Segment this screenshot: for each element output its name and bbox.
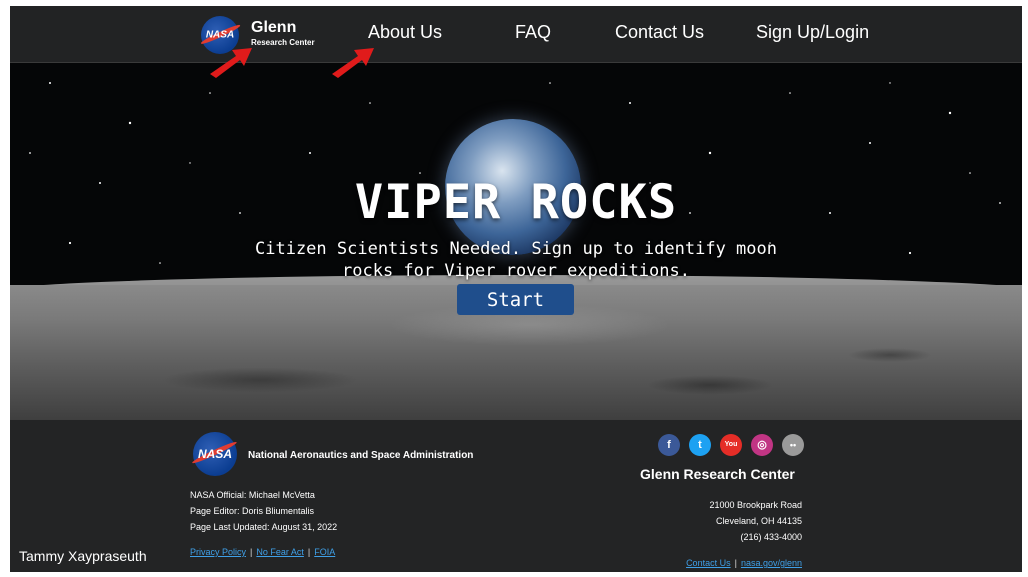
hero-subtitle: Citizen Scientists Needed. Sign up to id… [246, 238, 786, 282]
hero-section: VIPER ROCKS Citizen Scientists Needed. S… [10, 63, 1022, 420]
address-line2: Cleveland, OH 44135 [715, 516, 802, 526]
page-updated: Page Last Updated: August 31, 2022 [190, 522, 338, 532]
no-fear-act-link[interactable]: No Fear Act [256, 547, 304, 557]
separator: | [734, 558, 737, 568]
facebook-icon[interactable]: f [658, 434, 680, 456]
footer-logo-text: NASA [197, 447, 232, 461]
nav-faq[interactable]: FAQ [515, 22, 551, 43]
brand-title[interactable]: Glenn [251, 19, 296, 37]
page-frame: NASA Glenn Research Center About Us FAQ … [10, 6, 1022, 572]
nav-sign-up-login[interactable]: Sign Up/Login [756, 22, 869, 43]
foia-link[interactable]: FOIA [314, 547, 335, 557]
instagram-icon[interactable]: ◎ [751, 434, 773, 456]
footer-policy-links: Privacy Policy | No Fear Act | FOIA [190, 542, 335, 560]
phone-number: (216) 433-4000 [740, 532, 802, 542]
nav-contact-us[interactable]: Contact Us [615, 22, 704, 43]
twitter-icon[interactable]: t [689, 434, 711, 456]
contact-us-link[interactable]: Contact Us [686, 558, 731, 568]
page-editor: Page Editor: Doris Bliumentalis [190, 506, 315, 516]
flickr-icon[interactable]: •• [782, 434, 804, 456]
nasa-logo-text: NASA [205, 29, 235, 41]
brand-subtitle: Research Center [251, 38, 315, 47]
nasa-official: NASA Official: Michael McVetta [190, 490, 315, 500]
start-button[interactable]: Start [457, 284, 574, 315]
hero-subtitle-line2: rocks for Viper rover expeditions. [342, 261, 690, 281]
separator: | [250, 547, 253, 557]
author-name: Tammy Xaypraseuth [19, 548, 147, 564]
footer-contact-links: Contact Us | nasa.gov/glenn [686, 553, 802, 571]
footer-nasa-logo-icon[interactable]: NASA [193, 432, 237, 476]
hero-title: VIPER ROCKS [354, 175, 678, 230]
hero-subtitle-line1: Citizen Scientists Needed. Sign up to id… [255, 239, 777, 259]
separator: | [307, 547, 311, 557]
privacy-policy-link[interactable]: Privacy Policy [190, 547, 246, 557]
annotation-arrow-icon [332, 48, 374, 78]
nav-about-us[interactable]: About Us [368, 22, 442, 43]
youtube-icon[interactable]: You [720, 434, 742, 456]
address-line1: 21000 Brookpark Road [709, 500, 802, 510]
agency-name: National Aeronautics and Space Administr… [248, 450, 474, 461]
nasa-gov-glenn-link[interactable]: nasa.gov/glenn [741, 558, 802, 568]
annotation-arrow-icon [210, 48, 252, 78]
footer: NASA National Aeronautics and Space Admi… [10, 420, 1022, 572]
top-nav: NASA Glenn Research Center About Us FAQ … [10, 6, 1022, 63]
center-name: Glenn Research Center [640, 466, 795, 482]
